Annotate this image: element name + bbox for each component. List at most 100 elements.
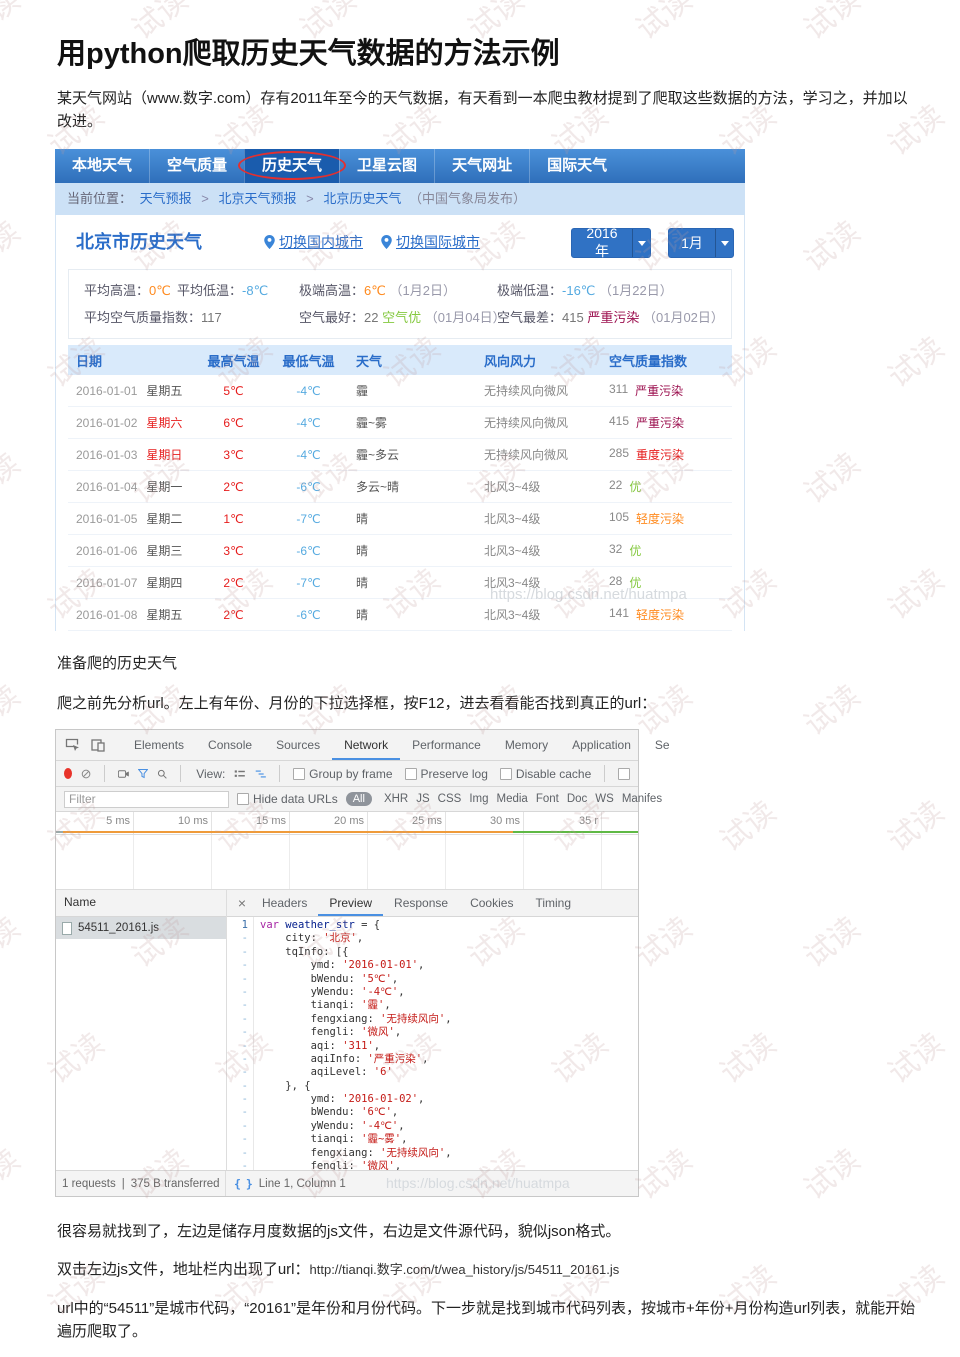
row-weekday: 星期六	[146, 414, 182, 431]
site-nav-tab-3[interactable]: 卫星云图	[339, 149, 434, 183]
clear-icon[interactable]	[81, 767, 91, 781]
year-dropdown[interactable]: 2016年	[571, 228, 651, 258]
devtools-tab-application[interactable]: Application	[560, 731, 643, 760]
inspect-element-icon[interactable]	[64, 737, 80, 753]
divider	[604, 765, 605, 782]
weather-site-screenshot: 本地天气空气质量历史天气卫星云图天气网址国际天气 当前位置： 天气预报 > 北京…	[55, 149, 745, 631]
file-icon	[62, 922, 72, 935]
code-gutter-line: -	[227, 973, 253, 986]
type-filter-all[interactable]: All	[346, 792, 372, 806]
devtools-tab-console[interactable]: Console	[196, 731, 264, 760]
type-filter-img[interactable]: Img	[469, 793, 488, 805]
code-line: yWendu: '-4℃',	[260, 1120, 638, 1133]
switch-domestic-city-link[interactable]: 切换国内城市	[264, 215, 363, 269]
network-toolbar: View: Group by framePreserve logDisable …	[56, 761, 638, 787]
toolbar-checkbox[interactable]: Group by frame	[293, 767, 392, 781]
record-icon[interactable]	[64, 768, 72, 779]
row-low-temp: -6℃	[271, 480, 346, 494]
device-toolbar-icon[interactable]	[90, 737, 106, 753]
toolbar-checkbox[interactable]: Disable cache	[500, 767, 591, 781]
code-line: aqi: '311',	[260, 1040, 638, 1053]
devtools-tab-se[interactable]: Se	[643, 731, 682, 760]
waterfall-gridcell	[524, 835, 602, 889]
filter-input[interactable]	[64, 791, 229, 808]
row-wind: 北风3~4级	[476, 510, 601, 527]
row-weather: 晴	[346, 542, 476, 559]
month-dropdown[interactable]: 1月	[668, 228, 734, 258]
row-aqi-value: 311	[609, 382, 628, 399]
request-row[interactable]: 54511_20161.js	[56, 917, 226, 939]
waterfall-view-icon[interactable]	[255, 768, 267, 780]
row-weather: 霾~多云	[346, 446, 476, 463]
code-gutter-line: -	[227, 1133, 253, 1146]
detail-tab-cookies[interactable]: Cookies	[459, 891, 524, 916]
devtools-tab-performance[interactable]: Performance	[400, 731, 493, 760]
type-filter-manifes[interactable]: Manifes	[622, 793, 662, 805]
row-date-cell: 2016-01-03星期日	[68, 446, 196, 463]
type-filter-doc[interactable]: Doc	[567, 793, 587, 805]
switch-international-city-link[interactable]: 切换国际城市	[381, 215, 480, 269]
row-date-cell: 2016-01-01星期五	[68, 382, 196, 399]
breadcrumb-link-beijing[interactable]: 北京天气预报	[219, 191, 297, 206]
filter-funnel-icon[interactable]	[138, 767, 148, 780]
row-weekday: 星期五	[146, 606, 182, 623]
devtools-tab-network[interactable]: Network	[332, 731, 400, 760]
screenshot-camera-icon[interactable]	[118, 768, 130, 780]
toolbar-checkbox[interactable]: Preserve log	[405, 767, 488, 781]
close-icon[interactable]	[233, 895, 251, 911]
code-line: fengli: '微风',	[260, 1026, 638, 1039]
row-high-temp: 5℃	[196, 384, 271, 398]
header-high-temp: 最高气温	[196, 351, 271, 370]
code-gutter-line: -	[227, 1026, 253, 1039]
list-view-icon[interactable]	[234, 768, 246, 780]
row-date-cell: 2016-01-06星期三	[68, 542, 196, 559]
search-icon[interactable]	[157, 767, 167, 781]
devtools-tab-sources[interactable]: Sources	[264, 731, 332, 760]
row-weather: 晴	[346, 574, 476, 591]
toolbar-checkboxes: Group by frame Preserve log Disable cache	[293, 767, 591, 781]
type-filter-js[interactable]: JS	[416, 793, 429, 805]
type-filter-media[interactable]: Media	[496, 793, 527, 805]
breadcrumb-link-forecast[interactable]: 天气预报	[140, 191, 192, 206]
red-circle-annotation	[238, 151, 346, 180]
checkbox-label: Preserve log	[421, 767, 488, 781]
type-filter-ws[interactable]: WS	[595, 793, 614, 805]
site-nav-tab-1[interactable]: 空气质量	[149, 149, 244, 183]
detail-tab-timing[interactable]: Timing	[524, 891, 582, 916]
row-low-temp: -7℃	[271, 576, 346, 590]
row-aqi-value: 285	[609, 446, 629, 463]
year-dropdown-value: 2016年	[572, 225, 632, 261]
row-date: 2016-01-04	[76, 480, 137, 494]
row-high-temp: 2℃	[196, 608, 271, 622]
code-gutter-line: -	[227, 1106, 253, 1119]
row-aqi-value: 32	[609, 542, 622, 559]
code-token: yWendu:	[260, 1120, 361, 1132]
code-token: fengli:	[260, 1160, 361, 1170]
month-dropdown-value: 1月	[669, 233, 715, 253]
type-filter-xhr[interactable]: XHR	[384, 793, 408, 805]
hide-data-urls-checkbox[interactable]: Hide data URLs	[237, 792, 338, 806]
code-gutter-line: 1	[227, 919, 253, 932]
type-filter-css[interactable]: CSS	[438, 793, 462, 805]
detail-tab-headers[interactable]: Headers	[251, 891, 318, 916]
stat-worst-air: 空气最差：415 严重污染 （01月02日）	[497, 304, 724, 331]
code-line: ymd: '2016-01-01',	[260, 959, 638, 972]
code-line: bWendu: '6℃',	[260, 1106, 638, 1119]
detail-tab-preview[interactable]: Preview	[318, 891, 383, 916]
site-nav-tab-4[interactable]: 天气网址	[434, 149, 529, 183]
devtools-tab-elements[interactable]: Elements	[122, 731, 196, 760]
site-nav-tab-0[interactable]: 本地天气	[55, 149, 149, 183]
type-filter-font[interactable]: Font	[536, 793, 559, 805]
row-aqi-value: 141	[609, 606, 629, 623]
offline-checkbox-cut[interactable]	[618, 768, 630, 780]
site-nav-tab-2[interactable]: 历史天气	[244, 149, 339, 183]
name-column-header[interactable]: Name	[56, 890, 226, 917]
row-date: 2016-01-06	[76, 544, 137, 558]
devtools-tab-memory[interactable]: Memory	[493, 731, 560, 760]
row-aqi-level: 优	[629, 574, 641, 591]
row-wind: 北风3~4级	[476, 478, 601, 495]
breadcrumb-link-history[interactable]: 北京历史天气	[323, 191, 401, 206]
site-nav-tab-5[interactable]: 国际天气	[529, 149, 624, 183]
checkbox-icon	[618, 768, 630, 780]
detail-tab-response[interactable]: Response	[383, 891, 459, 916]
